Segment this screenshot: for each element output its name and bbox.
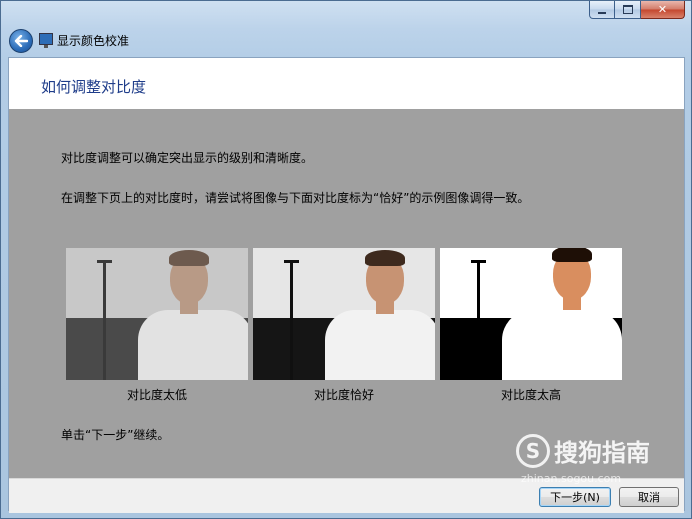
watermark-brand: 搜狗指南 [554, 439, 650, 467]
window-title: 显示颜色校准 [57, 34, 130, 48]
hair [552, 248, 592, 262]
shirt [502, 310, 622, 380]
minimize-icon [598, 11, 606, 14]
watermark: S 搜狗指南 [516, 433, 650, 468]
watermark-url: zhinan.sogou.com [521, 472, 622, 485]
page-title: 如何调整对比度 [41, 78, 147, 96]
window-frame: ✕ 显示颜色校准 如何调整对比度 对比度调整可以确定突出显示的级别和清晰度。 在… [0, 0, 692, 519]
display-icon [39, 33, 53, 48]
intro-text: 对比度调整可以确定突出显示的级别和清晰度。 [61, 151, 314, 165]
hair [169, 250, 209, 266]
next-button[interactable]: 下一步(N) [539, 487, 611, 507]
sample-label-good: 对比度恰好 [313, 388, 374, 402]
header-band: 如何调整对比度 [9, 58, 684, 108]
pole [103, 262, 106, 380]
sample-bg-top [253, 248, 435, 318]
maximize-button[interactable] [615, 1, 641, 19]
back-button[interactable] [9, 29, 33, 53]
hair [365, 250, 405, 266]
sogou-logo-icon: S [516, 433, 550, 468]
maximize-icon [622, 5, 633, 14]
close-icon: ✕ [657, 3, 668, 16]
continue-hint: 单击“下一步”继续。 [61, 428, 170, 442]
pole [477, 262, 480, 380]
sample-label-high: 对比度太高 [500, 388, 561, 402]
minimize-button[interactable] [589, 1, 615, 19]
sample-bg-top [440, 248, 622, 318]
instruction-text: 在调整下页上的对比度时，请尝试将图像与下面对比度标为“恰好”的示例图像调得一致。 [61, 191, 530, 205]
close-button[interactable]: ✕ [641, 1, 685, 19]
instruction-area: 对比度调整可以确定突出显示的级别和清晰度。 在调整下页上的对比度时，请尝试将图像… [9, 109, 684, 478]
shirt [138, 310, 248, 380]
sample-bg-top [66, 248, 248, 318]
cancel-button[interactable]: 取消 [619, 487, 679, 507]
pole [290, 262, 293, 380]
sample-image-good-contrast [253, 248, 435, 380]
caption-buttons: ✕ [589, 1, 685, 21]
sample-image-low-contrast [66, 248, 248, 380]
sample-image-high-contrast [440, 248, 622, 380]
back-arrow-icon [14, 35, 28, 47]
shirt [325, 310, 435, 380]
sample-label-low: 对比度太低 [126, 388, 187, 402]
